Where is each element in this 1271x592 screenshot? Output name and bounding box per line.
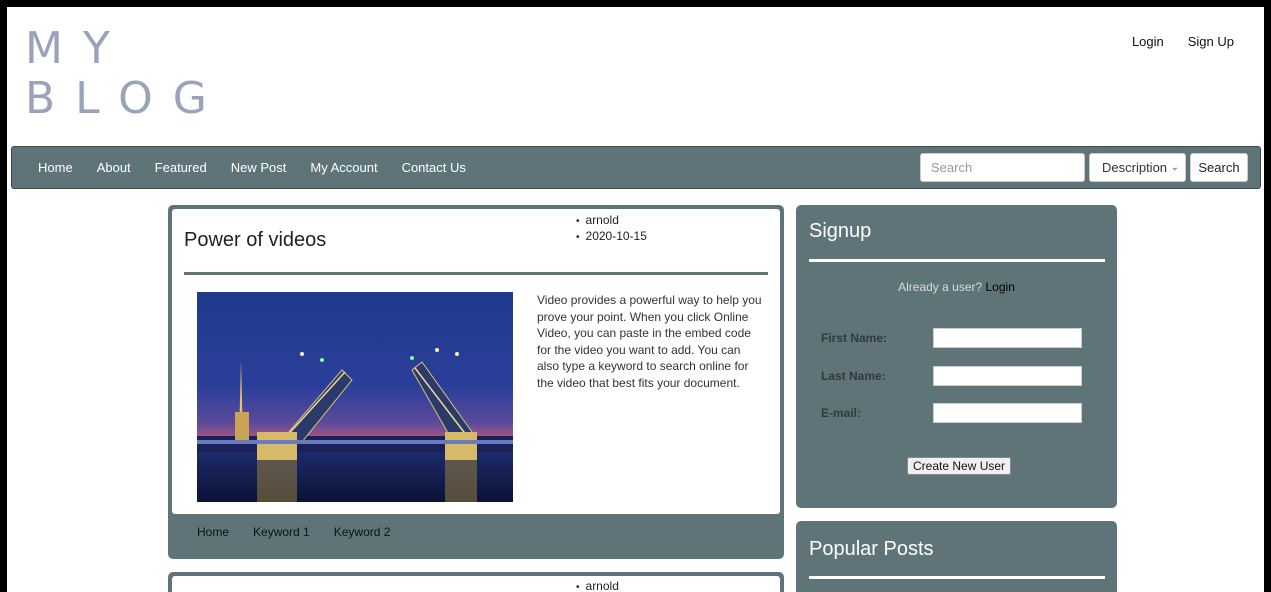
logo-line-1: MY xyxy=(25,23,130,74)
email-row: E-mail: xyxy=(821,403,1082,423)
nav-links: Home About Featured New Post My Account … xyxy=(38,160,490,175)
chevron-down-icon: ⌄ xyxy=(1170,162,1179,173)
post-content: Power of videos arnold 2020-10-15 xyxy=(172,209,780,514)
email-label: E-mail: xyxy=(821,406,862,420)
signup-login-link[interactable]: Login xyxy=(986,280,1015,294)
last-name-field[interactable] xyxy=(933,366,1082,386)
signup-link[interactable]: Sign Up xyxy=(1188,34,1234,49)
page: MY BLOG Login Sign Up Home About Feature… xyxy=(7,7,1264,592)
last-name-row: Last Name: xyxy=(821,366,1082,386)
post-image xyxy=(197,292,513,502)
first-name-field[interactable] xyxy=(933,328,1082,348)
post-meta: arnold 2020-10-15 xyxy=(576,213,647,245)
post-divider xyxy=(184,272,768,275)
nav-item-home[interactable]: Home xyxy=(38,160,73,175)
post-body: Video provides a powerful way to help yo… xyxy=(537,293,762,390)
already-user-text: Already a user? Login xyxy=(796,280,1117,294)
search-filter-select[interactable]: Description ⌄ xyxy=(1089,153,1186,182)
navbar: Home About Featured New Post My Account … xyxy=(11,146,1261,189)
signup-divider xyxy=(809,259,1105,262)
tag-keyword-1[interactable]: Keyword 1 xyxy=(253,525,310,539)
search-filter-value: Description xyxy=(1102,160,1168,175)
nav-item-about[interactable]: About xyxy=(97,160,131,175)
post-meta-2: arnold xyxy=(576,579,619,592)
tag-keyword-2[interactable]: Keyword 2 xyxy=(334,525,391,539)
search-button[interactable]: Search xyxy=(1190,153,1248,182)
search-area: Search Description ⌄ Search xyxy=(920,153,1248,182)
first-name-row: First Name: xyxy=(821,328,1082,348)
popular-posts-divider xyxy=(809,576,1105,579)
logo-line-2: BLOG xyxy=(25,73,227,124)
search-input[interactable]: Search xyxy=(920,153,1085,182)
post-title[interactable]: Power of videos xyxy=(184,229,326,252)
post-date: 2020-10-15 xyxy=(576,229,647,245)
signup-panel: Signup Already a user? Login First Name:… xyxy=(796,205,1117,508)
signup-title: Signup xyxy=(809,220,872,242)
popular-posts-title: Popular Posts xyxy=(809,538,934,560)
email-field[interactable] xyxy=(933,403,1082,423)
nav-item-my-account[interactable]: My Account xyxy=(310,160,377,175)
post-tags: Home Keyword 1 Keyword 2 xyxy=(197,525,390,539)
post-content-2: arnold xyxy=(172,576,780,592)
post-card: Power of videos arnold 2020-10-15 xyxy=(168,205,784,559)
nav-item-new-post[interactable]: New Post xyxy=(231,160,287,175)
create-user-button[interactable]: Create New User xyxy=(907,457,1012,475)
last-name-label: Last Name: xyxy=(821,369,886,383)
first-name-label: First Name: xyxy=(821,331,888,345)
tag-home[interactable]: Home xyxy=(197,525,229,539)
post-card-2: arnold xyxy=(168,572,784,592)
already-user-label: Already a user? xyxy=(898,280,983,294)
post-author: arnold xyxy=(576,213,647,229)
auth-links: Login Sign Up xyxy=(1132,34,1234,49)
popular-posts-panel: Popular Posts xyxy=(796,521,1117,592)
post-author-2: arnold xyxy=(576,579,619,592)
site-logo[interactable]: MY BLOG xyxy=(25,27,227,121)
login-link[interactable]: Login xyxy=(1132,34,1164,49)
nav-item-contact-us[interactable]: Contact Us xyxy=(402,160,466,175)
nav-item-featured[interactable]: Featured xyxy=(155,160,207,175)
